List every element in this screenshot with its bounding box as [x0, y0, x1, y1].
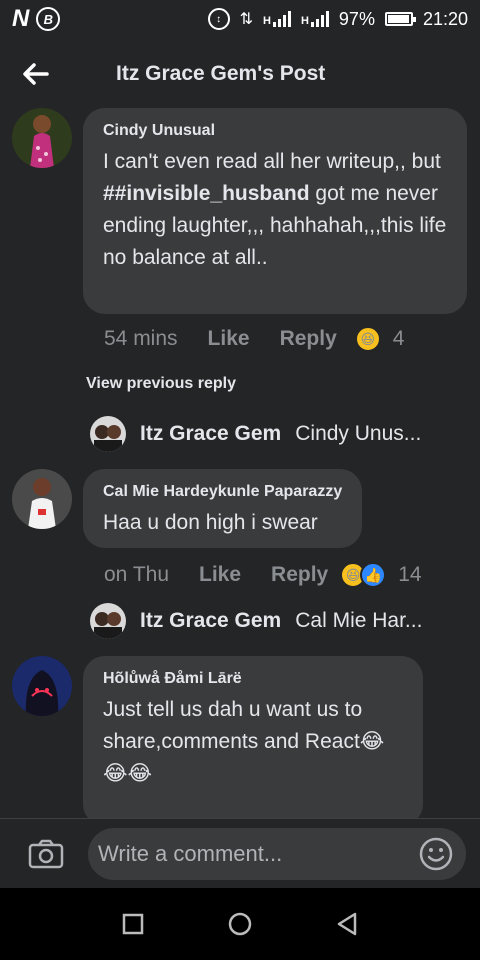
reactions[interactable]: 😆 👍 14: [340, 562, 422, 588]
reaction-count: 14: [398, 563, 422, 586]
reply-preview[interactable]: Itz Grace Gem Cindy Unus...: [90, 416, 421, 452]
avatar: [90, 416, 126, 452]
hashtag-link[interactable]: ##invisible_husband: [103, 182, 310, 205]
reaction-count: 4: [392, 327, 405, 350]
comment-composer: [0, 818, 480, 888]
carrier-logo: N: [12, 5, 29, 32]
comment-item: Hõlůwå Đåmi Lārë Just tell us dah u want…: [12, 656, 423, 826]
page-title: Itz Grace Gem's Post: [116, 62, 326, 85]
comment-item: Cal Mie Hardeykunle Paparazzy Haa u don …: [12, 469, 363, 548]
reply-button[interactable]: Reply: [271, 563, 328, 587]
back-nav-button[interactable]: [327, 904, 367, 944]
square-icon: [123, 913, 144, 935]
comment-bubble[interactable]: Cal Mie Hardeykunle Paparazzy Haa u don …: [83, 469, 363, 548]
home-button[interactable]: [220, 904, 260, 944]
laugh-emoji-icon: 😆: [354, 326, 381, 352]
clock: 21:20: [422, 8, 468, 29]
comment-actions: on Thu Like Reply 😆 👍 14: [104, 562, 422, 588]
triangle-back-icon: [337, 912, 356, 936]
comment-input-container[interactable]: [88, 827, 466, 880]
comment-bubble[interactable]: Cindy Unusual I can't even read all her …: [83, 108, 467, 314]
comment-item: Cindy Unusual I can't even read all her …: [12, 108, 467, 314]
status-bar: N B ↕ ⇅ H H 97% 21:20: [0, 0, 480, 38]
comment-input[interactable]: [98, 840, 418, 867]
b-circle-icon: B: [36, 7, 61, 31]
battery-percent: 97%: [338, 8, 375, 29]
avatar: [90, 603, 126, 639]
comment-bubble[interactable]: Hõlůwå Đåmi Lārë Just tell us dah u want…: [83, 656, 423, 826]
comment-author[interactable]: Cal Mie Hardeykunle Paparazzy: [103, 483, 342, 501]
data-saver-icon: ↕: [207, 8, 230, 30]
comment-text: Haa u don high i swear: [103, 511, 318, 534]
comment-text: I can't even read all her writeup,, but …: [103, 150, 447, 269]
view-previous-reply-link[interactable]: View previous reply: [86, 375, 236, 393]
like-button[interactable]: Like: [208, 327, 250, 351]
reply-preview[interactable]: Itz Grace Gem Cal Mie Har...: [90, 603, 422, 639]
signal-icon-1: H: [263, 11, 291, 27]
arrow-left-icon: [23, 63, 49, 85]
recents-button[interactable]: [113, 904, 153, 944]
avatar[interactable]: [12, 469, 72, 529]
reply-button[interactable]: Reply: [280, 327, 337, 351]
avatar[interactable]: [12, 108, 72, 168]
emoji-icon[interactable]: [418, 836, 454, 872]
comment-time: on Thu: [104, 563, 169, 586]
back-button[interactable]: [0, 44, 70, 104]
camera-button[interactable]: [24, 832, 68, 876]
comment-text: Just tell us dah u want us to share,comm…: [103, 698, 385, 785]
post-header: Itz Grace Gem's Post: [0, 44, 480, 104]
like-button[interactable]: Like: [199, 563, 241, 587]
avatar[interactable]: [12, 656, 72, 716]
signal-icon-2: H: [301, 11, 329, 27]
camera-icon: [28, 839, 64, 868]
reply-snippet: Cal Mie Har...: [295, 609, 423, 632]
thumbs-up-icon: 👍: [360, 562, 387, 588]
reply-author: Itz Grace Gem: [140, 609, 282, 632]
circle-icon: [228, 912, 252, 936]
reply-author: Itz Grace Gem: [140, 422, 282, 445]
comment-author[interactable]: Cindy Unusual: [103, 122, 447, 140]
data-arrows-icon: ⇅: [239, 11, 254, 28]
battery-icon: [384, 12, 416, 26]
comment-time: 54 mins: [104, 327, 178, 350]
comment-actions: 54 mins Like Reply 😆 4: [104, 326, 404, 352]
comment-author[interactable]: Hõlůwå Đåmi Lārë: [103, 670, 403, 688]
reactions[interactable]: 😆 4: [354, 326, 405, 352]
system-nav-bar: [0, 888, 480, 960]
reply-snippet: Cindy Unus...: [295, 422, 422, 445]
